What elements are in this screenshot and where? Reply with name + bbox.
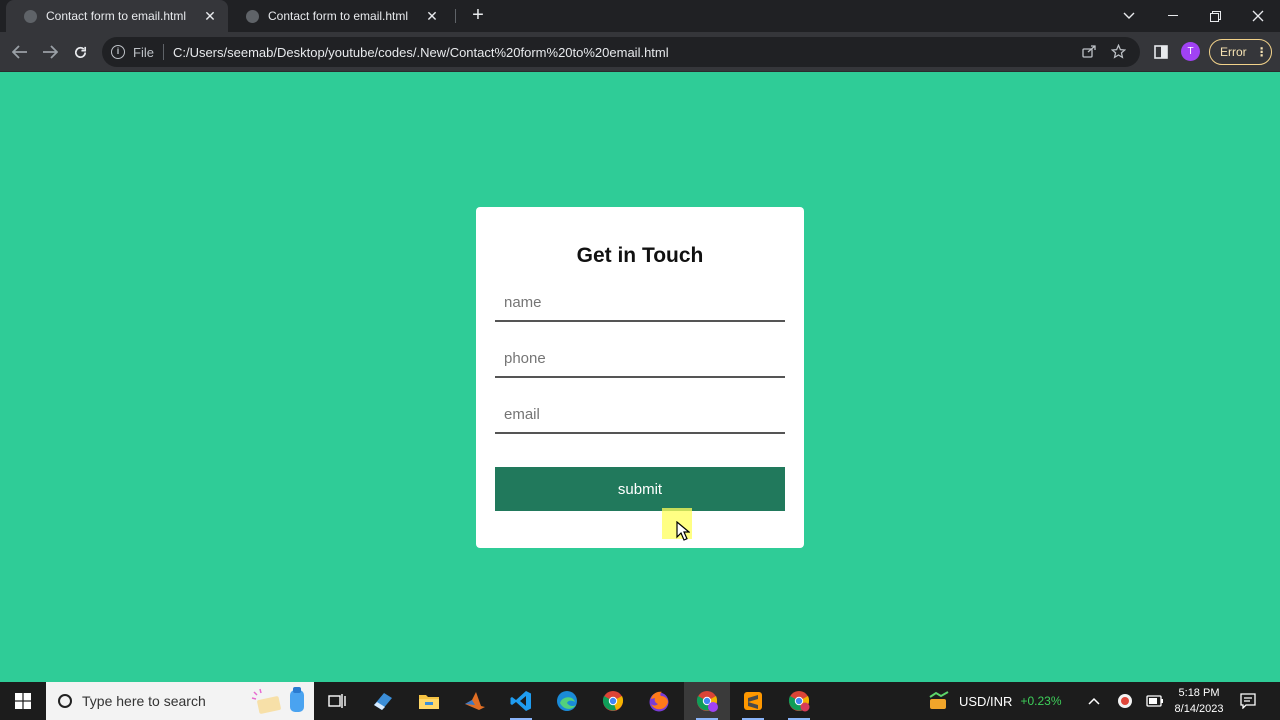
address-bar[interactable]: i File C:/Users/seemab/Desktop/youtube/c…	[102, 37, 1140, 67]
stock-change: +0.23%	[1020, 694, 1062, 708]
notification-center-icon[interactable]	[1240, 682, 1256, 720]
windows-taskbar: Type here to search USD/INR +0.23% 5:18 …	[0, 682, 1280, 720]
email-input[interactable]	[495, 396, 785, 434]
edge-browser-icon[interactable]	[544, 682, 590, 720]
name-input[interactable]	[495, 284, 785, 322]
error-menu-button[interactable]: Error ⋮	[1209, 39, 1272, 65]
tab-title: Contact form to email.html	[46, 9, 187, 23]
stock-widget[interactable]: USD/INR +0.23%	[928, 682, 1062, 720]
search-highlight-icon	[251, 687, 304, 714]
close-tab-icon[interactable]: ✕	[202, 8, 218, 24]
tab-title: Contact form to email.html	[268, 9, 409, 23]
close-tab-icon[interactable]: ✕	[424, 8, 440, 24]
kebab-menu-icon: ⋮	[1255, 45, 1268, 59]
omnibox-divider	[162, 44, 164, 60]
scheme-label: File	[133, 44, 154, 60]
reload-icon[interactable]	[68, 40, 92, 64]
submit-button[interactable]: submit	[495, 467, 785, 511]
show-hidden-icons-chevron[interactable]	[1088, 682, 1100, 720]
stock-label: USD/INR	[959, 693, 1013, 709]
windows-start-icon[interactable]	[0, 682, 46, 720]
form-title: Get in Touch	[576, 244, 704, 267]
clock-date: 8/14/2023	[1174, 703, 1224, 715]
search-placeholder: Type here to search	[82, 693, 206, 709]
sublime-text-icon[interactable]	[730, 682, 776, 720]
new-tab-button[interactable]: +	[466, 4, 490, 28]
tab-strip: Contact form to email.html ✕ Contact for…	[0, 0, 1280, 32]
tab-contact-form-2[interactable]: Contact form to email.html ✕	[228, 0, 450, 32]
share-icon[interactable]	[1082, 44, 1097, 62]
tab-search-chevron-icon[interactable]	[1107, 0, 1151, 32]
chrome-icon[interactable]	[590, 682, 636, 720]
stock-chart-icon	[929, 691, 949, 709]
matlab-icon[interactable]	[452, 682, 498, 720]
tab-contact-form-1[interactable]: Contact form to email.html ✕	[6, 0, 228, 32]
forward-arrow-icon[interactable]	[38, 40, 62, 64]
globe-icon	[246, 9, 259, 23]
browser-toolbar: i File C:/Users/seemab/Desktop/youtube/c…	[0, 32, 1280, 72]
battery-icon[interactable]	[1146, 682, 1164, 720]
task-view-icon[interactable]	[314, 682, 360, 720]
side-panel-icon[interactable]	[1150, 41, 1172, 63]
contact-form-card: Get in Touch submit	[476, 207, 804, 548]
globe-icon	[24, 9, 37, 23]
profile-avatar[interactable]: T	[1181, 42, 1200, 61]
tab-divider	[455, 9, 456, 23]
back-arrow-icon[interactable]	[8, 40, 32, 64]
restore-icon[interactable]	[1193, 0, 1237, 32]
url-text[interactable]: C:/Users/seemab/Desktop/youtube/codes/.N…	[173, 45, 669, 60]
vscode-icon[interactable]	[498, 682, 544, 720]
omnibox-actions	[1082, 43, 1127, 62]
mouse-pointer-icon	[676, 521, 690, 541]
phone-input[interactable]	[495, 340, 785, 378]
chrome-app-icon[interactable]	[776, 682, 822, 720]
minimize-icon[interactable]	[1151, 0, 1195, 32]
taskbar-search-box[interactable]: Type here to search	[46, 682, 314, 720]
site-info-icon[interactable]: i	[111, 45, 125, 59]
firefox-icon[interactable]	[636, 682, 682, 720]
error-label: Error	[1220, 45, 1247, 59]
tray-app-icon[interactable]	[1117, 682, 1133, 720]
chrome-profile-icon[interactable]	[684, 682, 730, 720]
taskbar-clock[interactable]: 5:18 PM 8/14/2023	[1166, 685, 1232, 717]
clock-time: 5:18 PM	[1178, 687, 1220, 699]
close-window-icon[interactable]	[1236, 0, 1280, 32]
file-transfer-app-icon[interactable]	[360, 682, 406, 720]
file-explorer-icon[interactable]	[406, 682, 452, 720]
search-icon	[58, 694, 72, 708]
bookmark-star-icon[interactable]	[1110, 43, 1127, 62]
